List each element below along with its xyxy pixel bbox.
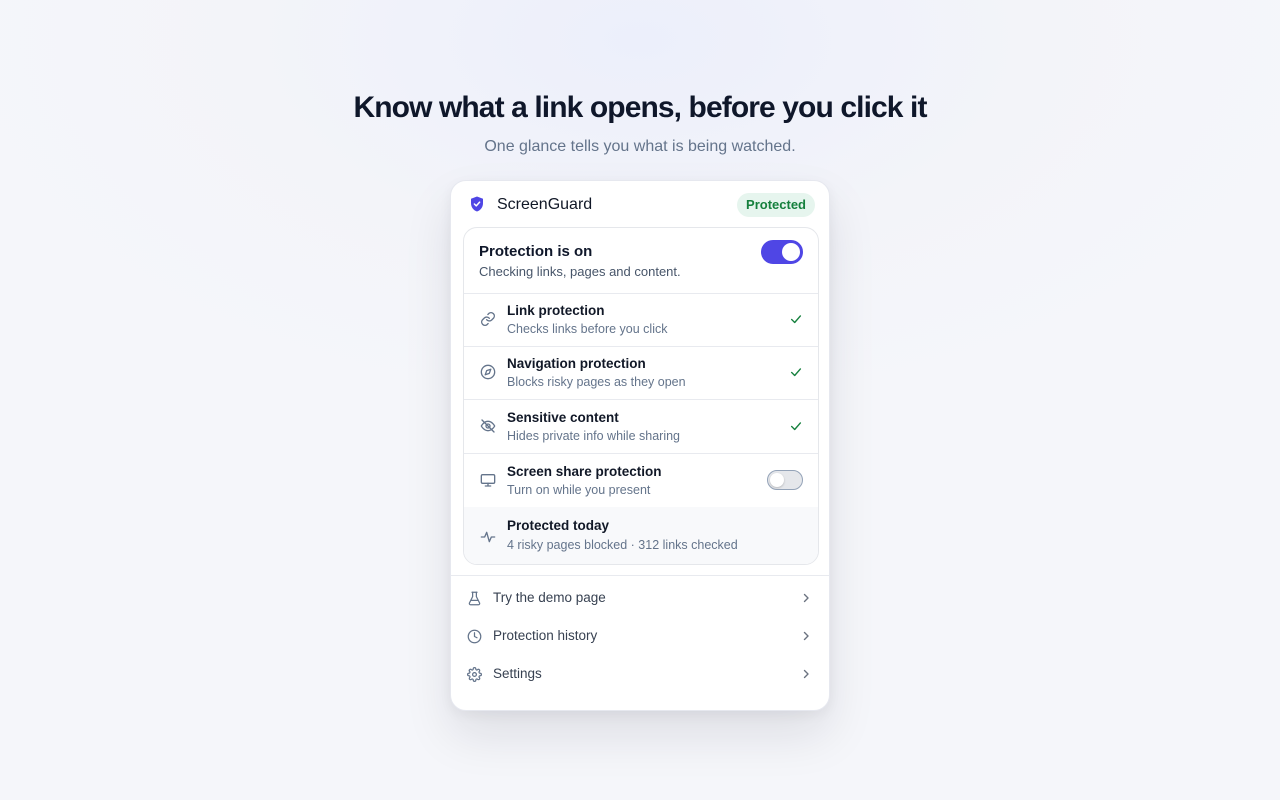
feature-row-sensitive: Sensitive content Hides private info whi… bbox=[464, 400, 818, 454]
hero-title: Know what a link opens, before you click… bbox=[353, 91, 927, 124]
main-protection-title: Protection is on bbox=[479, 243, 593, 260]
feature-subtitle: Checks links before you click bbox=[507, 322, 668, 336]
compass-icon bbox=[480, 364, 496, 380]
feature-subtitle: Blocks risky pages as they open bbox=[507, 375, 686, 389]
status-badge: Protected bbox=[737, 193, 815, 217]
shield-check-icon bbox=[471, 196, 483, 212]
check-icon bbox=[790, 368, 802, 377]
check-icon bbox=[790, 315, 802, 324]
feature-subtitle: Turn on while you present bbox=[507, 483, 651, 497]
feature-title: Navigation protection bbox=[507, 356, 646, 371]
toggle-knob bbox=[770, 473, 784, 487]
protection-card: Protection is on Checking links, pages a… bbox=[463, 227, 819, 565]
feature-row-navigation: Navigation protection Blocks risky pages… bbox=[464, 346, 818, 400]
protection-toggle[interactable] bbox=[761, 240, 803, 264]
chevron-right-icon bbox=[803, 593, 809, 603]
menu-item-label: Protection history bbox=[493, 628, 598, 643]
clock-icon bbox=[467, 629, 482, 644]
feature-title: Link protection bbox=[507, 303, 605, 318]
brand-name: ScreenGuard bbox=[497, 196, 593, 213]
stats-title: Protected today bbox=[507, 518, 610, 533]
flask-icon bbox=[468, 591, 481, 606]
feature-title: Screen share protection bbox=[507, 464, 662, 479]
eye-off-icon bbox=[480, 419, 496, 433]
hero-subtitle: One glance tells you what is being watch… bbox=[484, 138, 796, 155]
menu-item-label: Try the demo page bbox=[493, 590, 606, 605]
feature-subtitle: Hides private info while sharing bbox=[507, 429, 681, 443]
menu-item-history[interactable]: Protection history bbox=[451, 617, 829, 655]
stats-subtitle: 4 risky pages blocked · 312 links checke… bbox=[507, 538, 738, 552]
chevron-right-icon bbox=[803, 631, 809, 641]
toggle-knob bbox=[782, 243, 800, 261]
activity-icon bbox=[480, 531, 496, 543]
popup-header: ScreenGuard Protected bbox=[451, 181, 829, 227]
check-icon bbox=[790, 422, 802, 431]
feature-row-screen-share: Screen share protection Turn on while yo… bbox=[464, 454, 818, 508]
monitor-icon bbox=[480, 474, 496, 487]
menu-item-demo[interactable]: Try the demo page bbox=[451, 579, 829, 617]
screen-share-toggle[interactable] bbox=[767, 470, 803, 490]
stats-row: Protected today 4 risky pages blocked · … bbox=[464, 507, 818, 564]
chevron-right-icon bbox=[803, 669, 809, 679]
gear-icon bbox=[467, 667, 482, 682]
link-icon bbox=[481, 312, 495, 326]
feature-title: Sensitive content bbox=[507, 410, 619, 425]
feature-row-link: Link protection Checks links before you … bbox=[464, 293, 818, 347]
divider bbox=[451, 575, 829, 576]
main-protection-subtitle: Checking links, pages and content. bbox=[479, 264, 681, 279]
hero: Know what a link opens, before you click… bbox=[0, 88, 1280, 158]
extension-popup: ScreenGuard Protected Protection is on C… bbox=[450, 180, 830, 711]
main-protection-row: Protection is on Checking links, pages a… bbox=[464, 228, 818, 294]
menu-item-label: Settings bbox=[493, 666, 542, 681]
menu-item-settings[interactable]: Settings bbox=[451, 655, 829, 693]
